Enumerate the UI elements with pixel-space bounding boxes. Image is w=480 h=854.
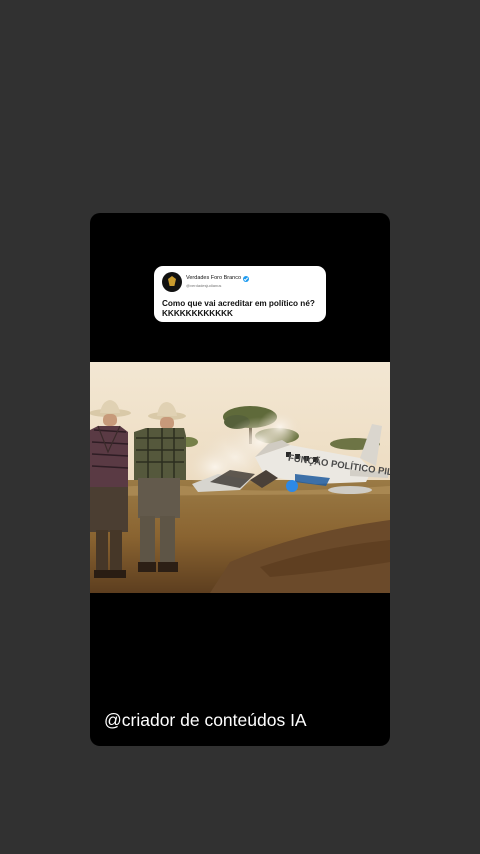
tweet-header: Verdades Foro Branco @verdadesjudianus <box>162 271 317 293</box>
author-handle: @verdadesjudianus <box>186 283 222 288</box>
author-row: Verdades Foro Branco <box>186 275 250 282</box>
plane-crash-illustration: FUNÇÃO POLÍTICO PIL <box>90 362 390 593</box>
tweet-text: Como que vai acreditar em político né? K… <box>162 299 315 318</box>
verified-badge-icon <box>243 276 250 282</box>
avatar <box>162 272 182 292</box>
news-photo: FUNÇÃO POLÍTICO PIL <box>90 362 390 593</box>
emblem-icon <box>168 276 176 286</box>
tweet-card: Verdades Foro Branco @verdadesjudianus C… <box>154 266 326 322</box>
tweet-author: Verdades Foro Branco @verdadesjudianus <box>186 275 250 288</box>
author-name: Verdades Foro Branco <box>186 275 242 282</box>
creator-caption: @criador de conteúdos IA <box>104 710 307 730</box>
story-card: Verdades Foro Branco @verdadesjudianus C… <box>90 213 390 746</box>
